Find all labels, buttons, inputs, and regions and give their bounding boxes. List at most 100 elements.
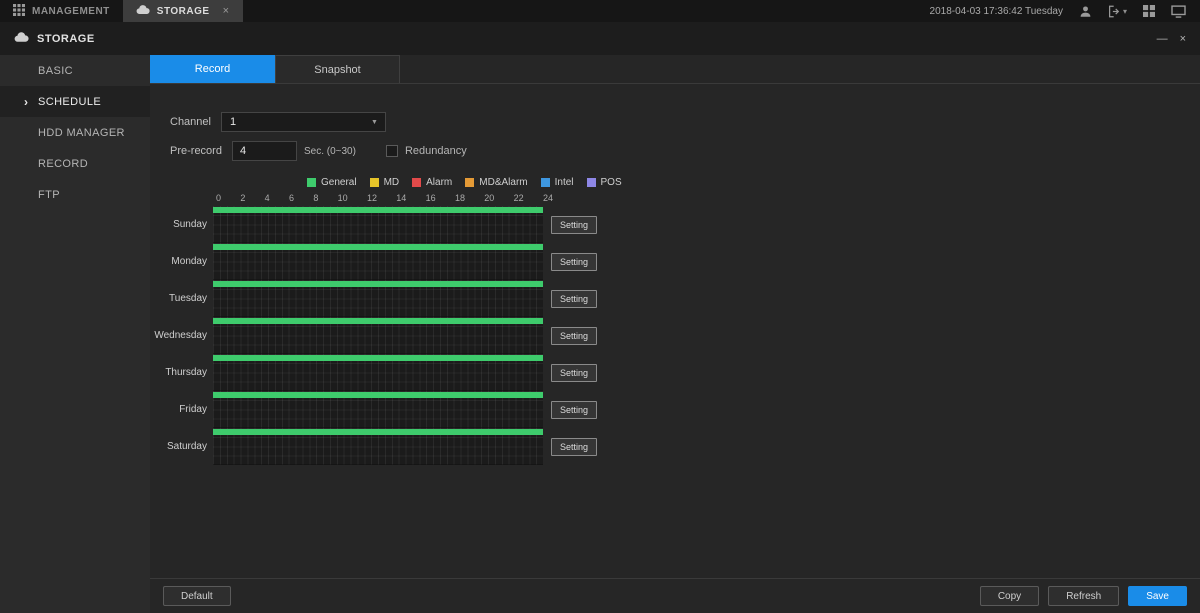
- hour-tick: 18: [454, 193, 465, 203]
- default-button[interactable]: Default: [163, 586, 231, 606]
- sidebar-item-hdd-manager[interactable]: HDD MANAGER: [0, 117, 150, 148]
- hour-tick: 16: [425, 193, 436, 203]
- setting-button[interactable]: Setting: [551, 437, 597, 456]
- prerecord-input[interactable]: [231, 141, 297, 161]
- day-label: Wednesday: [154, 330, 207, 341]
- schedule-row-friday: Friday Setting: [150, 391, 1200, 428]
- legend-label: MD: [383, 177, 400, 188]
- sidebar-item-schedule[interactable]: › SCHEDULE: [0, 86, 150, 117]
- save-button[interactable]: Save: [1128, 586, 1187, 606]
- copy-button[interactable]: Copy: [979, 586, 1040, 606]
- tab-management[interactable]: MANAGEMENT: [0, 0, 123, 22]
- sidebar-item-ftp[interactable]: FTP: [0, 179, 150, 210]
- prerecord-unit-label: Sec. (0~30): [303, 145, 356, 157]
- hour-axis: 0 2 4 6 8 10 12 14 16 18 20 22 24: [216, 193, 553, 203]
- hour-tick: 4: [264, 193, 270, 203]
- schedule-band[interactable]: [213, 428, 543, 465]
- hour-tick: 2: [240, 193, 246, 203]
- logout-icon[interactable]: ▾: [1108, 5, 1127, 18]
- schedule-row-tuesday: Tuesday Setting: [150, 280, 1200, 317]
- topbar-right: 2018-04-03 17:36:42 Tuesday ▾: [930, 0, 1200, 22]
- setting-button[interactable]: Setting: [551, 215, 597, 234]
- day-label: Sunday: [173, 219, 207, 230]
- hour-tick: 0: [216, 193, 222, 203]
- legend-label: POS: [600, 177, 622, 188]
- schedule-band[interactable]: [213, 206, 543, 243]
- datetime-label: 2018-04-03 17:36:42 Tuesday: [929, 5, 1063, 17]
- sidebar-item-label: BASIC: [38, 64, 74, 77]
- sidebar-item-label: RECORD: [38, 157, 89, 170]
- schedule-band[interactable]: [213, 243, 543, 280]
- day-label: Tuesday: [169, 293, 207, 304]
- setting-button[interactable]: Setting: [551, 400, 597, 419]
- day-label: Friday: [179, 404, 207, 415]
- channel-select[interactable]: 1 ▼: [220, 112, 386, 132]
- schedule-form: Channel 1 ▼ Pre-record Sec. (0~30) Redun…: [150, 84, 1200, 161]
- hour-tick: 12: [366, 193, 377, 203]
- setting-button[interactable]: Setting: [551, 289, 597, 308]
- schedule-band[interactable]: [213, 354, 543, 391]
- layout-squares-icon[interactable]: [1143, 5, 1155, 17]
- hour-tick: 10: [337, 193, 348, 203]
- chevron-down-icon: ▼: [371, 118, 378, 126]
- hour-tick: 14: [396, 193, 407, 203]
- sidebar-item-basic[interactable]: BASIC: [0, 55, 150, 86]
- storage-tab-close-icon[interactable]: ×: [223, 5, 230, 17]
- refresh-button[interactable]: Refresh: [1048, 586, 1120, 606]
- day-label: Thursday: [165, 367, 207, 378]
- footer-bar: Default Copy Refresh Save: [150, 578, 1200, 613]
- legend-item-pos: POS: [586, 177, 622, 188]
- storage-schedule-page: { "top_bar": { "tabs": [ { "label": "MAN…: [0, 0, 1200, 613]
- general-record-bar: [213, 244, 543, 250]
- hour-tick: 22: [513, 193, 524, 203]
- sidebar-item-label: HDD MANAGER: [38, 126, 125, 139]
- prerecord-label: Pre-record: [170, 145, 222, 157]
- minimize-icon[interactable]: —: [1157, 33, 1168, 45]
- schedule-band[interactable]: [213, 280, 543, 317]
- legend-swatch: [465, 178, 475, 187]
- schedule-band[interactable]: [213, 317, 543, 354]
- schedule-row-monday: Monday Setting: [150, 243, 1200, 280]
- logout-caret-icon: ▾: [1122, 6, 1127, 16]
- tab-snapshot[interactable]: Snapshot: [275, 55, 400, 83]
- close-icon[interactable]: ×: [1180, 33, 1186, 45]
- hour-tick: 8: [313, 193, 319, 203]
- general-record-bar: [213, 429, 543, 435]
- channel-label: Channel: [170, 116, 211, 128]
- title-bar: STORAGE — ×: [0, 22, 1200, 55]
- storage-cloud-icon: [136, 4, 150, 18]
- record-type-legend: General MD Alarm MD&Alarm Intel POS: [307, 177, 1200, 188]
- page-title: STORAGE: [37, 32, 95, 45]
- legend-swatch: [307, 178, 316, 187]
- hour-tick: 24: [542, 193, 553, 203]
- management-tab-label: MANAGEMENT: [32, 5, 110, 17]
- redundancy-checkbox[interactable]: [385, 145, 398, 157]
- schedule-row-thursday: Thursday Setting: [150, 354, 1200, 391]
- schedule-row-wednesday: Wednesday Setting: [150, 317, 1200, 354]
- tab-storage[interactable]: STORAGE ×: [122, 0, 243, 22]
- weekly-schedule: 0 2 4 6 8 10 12 14 16 18 20 22 24 Sunday…: [150, 193, 1200, 465]
- legend-swatch: [412, 178, 422, 187]
- setting-button[interactable]: Setting: [551, 252, 597, 271]
- day-label: Monday: [171, 256, 207, 267]
- setting-button[interactable]: Setting: [551, 326, 597, 345]
- setting-button[interactable]: Setting: [551, 363, 597, 382]
- active-arrow-icon: ›: [24, 94, 29, 109]
- user-icon[interactable]: [1079, 5, 1092, 18]
- top-bar: MANAGEMENT STORAGE × 2018-04-03 17:36:42…: [0, 0, 1200, 22]
- legend-item-alarm: Alarm: [412, 177, 452, 188]
- display-icon[interactable]: [1171, 4, 1186, 18]
- legend-swatch: [586, 178, 596, 187]
- content: Record Snapshot Channel 1 ▼ Pre-record S…: [150, 55, 1200, 613]
- sidebar-item-record[interactable]: RECORD: [0, 148, 150, 179]
- legend-swatch: [369, 178, 379, 187]
- hour-tick: 20: [484, 193, 495, 203]
- legend-label: MD&Alarm: [479, 177, 528, 188]
- schedule-band[interactable]: [213, 391, 543, 428]
- day-label: Saturday: [166, 441, 207, 452]
- tab-record[interactable]: Record: [150, 55, 275, 83]
- legend-label: Alarm: [426, 177, 453, 188]
- general-record-bar: [213, 207, 543, 213]
- record-snapshot-tabs: Record Snapshot: [150, 55, 1200, 84]
- hour-tick: 6: [288, 193, 294, 203]
